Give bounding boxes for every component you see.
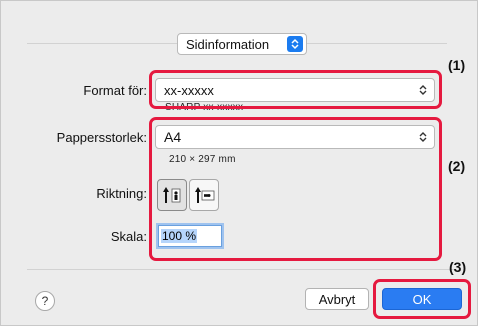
callout-box-3 [373, 279, 471, 319]
help-icon: ? [41, 294, 49, 308]
format-for-label: Format för: [83, 83, 147, 98]
page-setup-dialog: Sidinformation Format för: xx-xxxxx SHAR… [0, 0, 478, 326]
help-button[interactable]: ? [35, 291, 55, 311]
stepper-icon [287, 36, 303, 52]
cancel-button-label: Avbryt [318, 291, 356, 307]
callout-box-2 [149, 117, 442, 261]
orientation-label: Riktning: [96, 186, 147, 201]
scale-label: Skala: [110, 229, 147, 244]
section-popup-label: Sidinformation [186, 36, 270, 52]
bottom-separator [27, 269, 457, 270]
callout-label-1: (1) [448, 57, 466, 73]
callout-label-2: (2) [448, 158, 466, 174]
paper-size-label: Pappersstorlek: [56, 130, 147, 145]
cancel-button[interactable]: Avbryt [305, 288, 369, 310]
callout-label-3: (3) [449, 259, 467, 275]
section-popup[interactable]: Sidinformation [177, 33, 307, 55]
callout-box-1 [149, 70, 442, 109]
